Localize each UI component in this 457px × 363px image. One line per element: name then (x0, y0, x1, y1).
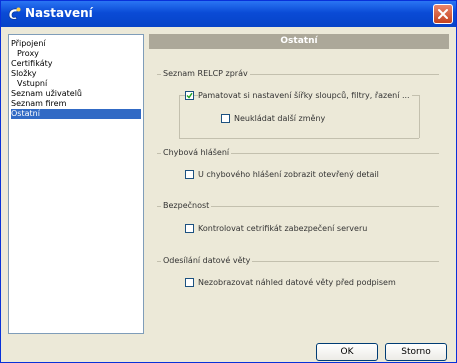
cancel-button[interactable]: Storno (385, 343, 447, 361)
group-title-relcp: Seznam RELCP zpráv (161, 69, 250, 78)
close-icon (438, 9, 448, 19)
title-bar[interactable]: Nastavení (1, 1, 456, 27)
nav-item-slozky[interactable]: Složky (11, 69, 36, 79)
nav-item-pripojeni[interactable]: Připojení (11, 39, 46, 49)
nav-item-proxy[interactable]: Proxy (17, 49, 39, 59)
show-error-detail-checkbox[interactable] (185, 170, 194, 179)
settings-panel: Ostatní Seznam RELCP zpráv Pamatovat si … (149, 34, 449, 334)
check-certificate-label: Kontrolovat cetrifikát zabezpečení serve… (198, 224, 368, 233)
group-title-security: Bezpečnost (161, 201, 212, 210)
remember-settings-checkbox[interactable] (185, 91, 194, 100)
group-title-errors: Chybová hlášení (161, 148, 232, 157)
nav-item-certifikaty[interactable]: Certifikáty (11, 59, 52, 69)
show-error-detail-label: U chybového hlášení zobrazit otevřený de… (198, 170, 379, 179)
app-icon (6, 6, 22, 22)
no-save-changes-label: Neukládat další změny (234, 114, 326, 123)
ok-button[interactable]: OK (316, 343, 378, 361)
dialog-body: Připojení Proxy Certifikáty Složky Vstup… (4, 31, 453, 361)
category-list[interactable]: Připojení Proxy Certifikáty Složky Vstup… (8, 34, 144, 334)
nav-item-seznam-firem[interactable]: Seznam firem (11, 99, 66, 109)
settings-dialog: Nastavení Připojení Proxy Certifikáty Sl… (0, 0, 457, 363)
nav-item-seznam-uzivatelu[interactable]: Seznam uživatelů (11, 89, 82, 99)
hide-preview-checkbox[interactable] (185, 278, 194, 287)
hide-preview-label: Nezobrazovat náhled datové věty před pod… (198, 278, 396, 287)
check-certificate-checkbox[interactable] (185, 224, 194, 233)
remember-settings-label: Pamatovat si nastavení šířky sloupců, fi… (198, 91, 412, 100)
subgroup-left-line (179, 95, 180, 138)
no-save-changes-checkbox[interactable] (221, 114, 230, 123)
subgroup-bottom-line (179, 138, 419, 139)
nav-item-vstupni[interactable]: Vstupní (17, 79, 47, 89)
panel-header: Ostatní (149, 34, 449, 49)
subgroup-right-line (419, 95, 420, 138)
group-title-sending: Odesílání datové věty (161, 256, 253, 265)
window-title: Nastavení (25, 6, 93, 20)
nav-item-ostatni[interactable]: Ostatní (11, 109, 141, 119)
check-icon (186, 92, 193, 99)
close-button[interactable] (433, 4, 453, 24)
